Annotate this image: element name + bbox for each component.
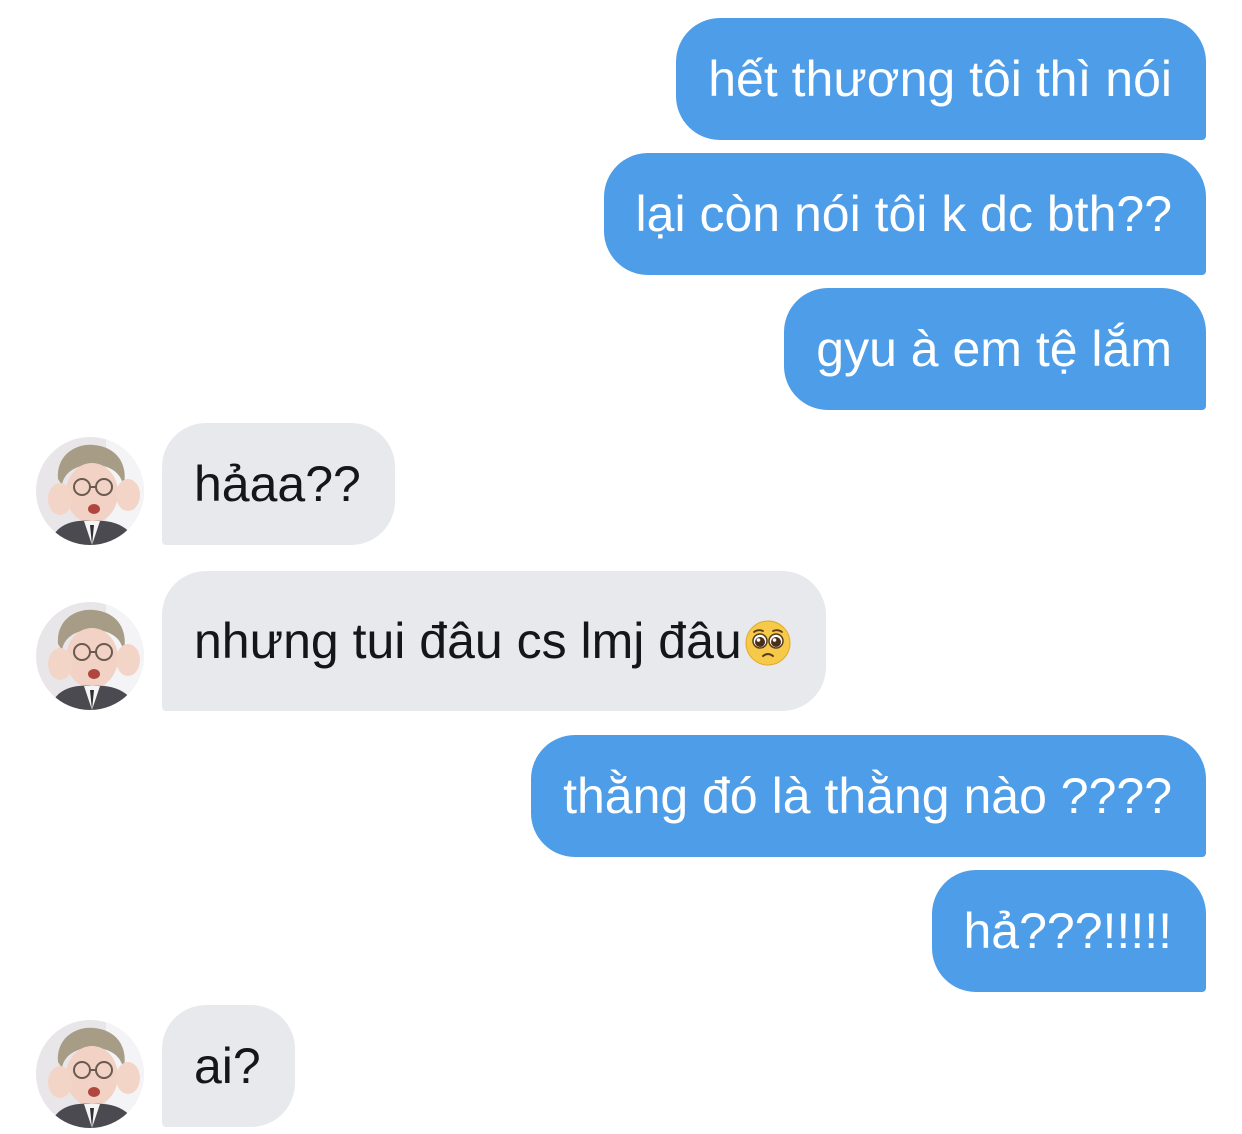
message-text: thằng đó là thằng nào ????	[563, 768, 1172, 824]
avatar[interactable]	[36, 437, 144, 545]
message-text: nhưng tui đâu cs lmj đâu	[194, 613, 742, 669]
message-text: gyu à em tệ lắm	[816, 321, 1172, 377]
avatar[interactable]	[36, 1020, 144, 1128]
avatar[interactable]	[36, 602, 144, 710]
message-bubble-received[interactable]: hảaa??	[162, 423, 395, 545]
message-bubble-received[interactable]: ai?	[162, 1005, 295, 1127]
message-bubble-sent[interactable]: thằng đó là thằng nào ????	[531, 735, 1206, 857]
message-bubble-sent[interactable]: hết thương tôi thì nói	[676, 18, 1206, 140]
message-text: hết thương tôi thì nói	[708, 51, 1172, 107]
message-bubble-sent[interactable]: gyu à em tệ lắm	[784, 288, 1206, 410]
message-text: lại còn nói tôi k dc bth??	[635, 186, 1172, 242]
message-text: hảaa??	[194, 456, 361, 512]
message-bubble-sent[interactable]: hả???!!!!!	[931, 870, 1206, 992]
message-text: hả???!!!!!	[963, 903, 1173, 959]
message-text: ai?	[194, 1038, 261, 1094]
message-bubble-received[interactable]: nhưng tui đâu cs lmj đâu	[162, 571, 826, 711]
pleading-face-emoji	[744, 619, 792, 667]
message-bubble-sent[interactable]: lại còn nói tôi k dc bth??	[603, 153, 1206, 275]
